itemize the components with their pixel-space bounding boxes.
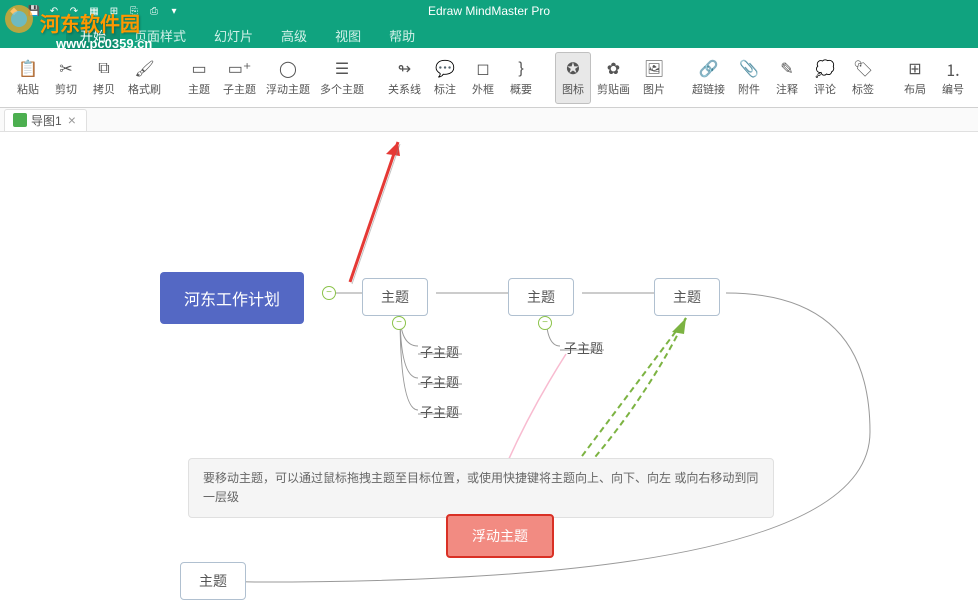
clipart-button[interactable]: ✿剪贴画 — [593, 52, 634, 104]
relation-button[interactable]: ↬关系线 — [384, 52, 425, 104]
collapse-toggle[interactable]: − — [322, 286, 336, 300]
topic-node[interactable]: 主题 — [180, 562, 246, 600]
picture-button[interactable]: 🖼图片 — [636, 52, 672, 104]
number-button[interactable]: ⒈编号 — [935, 52, 971, 104]
layout-icon: ⊞ — [905, 59, 925, 79]
document-tab[interactable]: 导图1 × — [4, 109, 87, 131]
menu-slideshow[interactable]: 幻灯片 — [200, 22, 267, 49]
qat-more-icon[interactable]: ▾ — [166, 3, 182, 19]
ribbon-group-topic: ▭主题 ▭⁺子主题 ◯浮动主题 ☰多个主题 — [179, 52, 370, 104]
app-logo-icon — [2, 2, 36, 41]
note-icon: ✎ — [777, 59, 797, 79]
summary-button[interactable]: }概要 — [503, 52, 539, 104]
layout-button[interactable]: ⊞布局 — [897, 52, 933, 104]
document-tab-bar: 导图1 × — [0, 108, 978, 132]
qat-export-icon[interactable]: ⎘ — [126, 3, 142, 19]
menu-view[interactable]: 视图 — [321, 22, 375, 49]
cut-icon: ✂ — [56, 59, 76, 79]
menu-help[interactable]: 帮助 — [375, 22, 429, 49]
topic-node[interactable]: 主题 — [362, 278, 428, 316]
tip-box: 要移动主题，可以通过鼠标拖拽主题至目标位置，或使用快捷键将主题向上、向下、向左 … — [188, 458, 774, 518]
ribbon-group-clipboard: 📋粘贴 ✂剪切 ⧉拷贝 🖌格式刷 — [8, 52, 167, 104]
subtopic-button[interactable]: ▭⁺子主题 — [219, 52, 260, 104]
multi-topic-icon: ☰ — [332, 59, 352, 79]
boundary-icon: ◻ — [473, 59, 493, 79]
collapse-toggle[interactable]: − — [538, 316, 552, 330]
format-brush-button[interactable]: 🖌格式刷 — [124, 52, 165, 104]
qat-print-icon[interactable]: ⎙ — [146, 3, 162, 19]
topic-node[interactable]: 主题 — [654, 278, 720, 316]
subtopic-node[interactable]: 子主题 — [564, 338, 603, 357]
picture-icon: 🖼 — [644, 59, 664, 79]
callout-icon: 💬 — [435, 59, 455, 79]
summary-icon: } — [511, 59, 531, 79]
ribbon-group-layout: ⊞布局 ⒈编号 — [895, 52, 973, 104]
titlebar: ◆ 💾 ↶ ↷ ▦ ⊞ ⎘ ⎙ ▾ Edraw MindMaster Pro — [0, 0, 978, 22]
qat-undo-icon[interactable]: ↶ — [46, 3, 62, 19]
comment-button[interactable]: 💭评论 — [807, 52, 843, 104]
menu-advanced[interactable]: 高级 — [267, 22, 321, 49]
hyperlink-button[interactable]: 🔗超链接 — [688, 52, 729, 104]
relation-icon: ↬ — [395, 59, 415, 79]
tag-button[interactable]: 🏷标签 — [845, 52, 881, 104]
format-brush-icon: 🖌 — [135, 59, 155, 79]
ribbon-group-marks: ✪图标 ✿剪贴画 🖼图片 — [553, 52, 674, 104]
ribbon: 📋粘贴 ✂剪切 ⧉拷贝 🖌格式刷 ▭主题 ▭⁺子主题 ◯浮动主题 ☰多个主题 ↬… — [0, 48, 978, 108]
copy-button[interactable]: ⧉拷贝 — [86, 52, 122, 104]
number-icon: ⒈ — [943, 59, 963, 79]
tab-close-icon[interactable]: × — [66, 112, 78, 128]
qat-open-icon[interactable]: ⊞ — [106, 3, 122, 19]
clipart-icon: ✿ — [604, 59, 624, 79]
note-button[interactable]: ✎注释 — [769, 52, 805, 104]
paste-icon: 📋 — [18, 59, 38, 79]
qat-new-icon[interactable]: ▦ — [86, 3, 102, 19]
topic-button[interactable]: ▭主题 — [181, 52, 217, 104]
floating-topic[interactable]: 浮动主题 — [446, 514, 554, 558]
qat-redo-icon[interactable]: ↷ — [66, 3, 82, 19]
subtopic-node[interactable]: 子主题 — [420, 372, 459, 391]
star-icon: ✪ — [563, 59, 583, 79]
attachment-icon: 📎 — [739, 59, 759, 79]
float-topic-button[interactable]: ◯浮动主题 — [262, 52, 314, 104]
doc-tab-label: 导图1 — [31, 112, 62, 129]
tag-icon: 🏷 — [853, 59, 873, 79]
canvas[interactable]: 河东工作计划 − 主题 主题 主题 − − 子主题 子主题 子主题 子主题 要移… — [0, 132, 978, 601]
comment-icon: 💭 — [815, 59, 835, 79]
collapse-toggle[interactable]: − — [392, 316, 406, 330]
menubar: 开始 页面样式 幻灯片 高级 视图 帮助 — [0, 22, 978, 48]
paste-button[interactable]: 📋粘贴 — [10, 52, 46, 104]
callout-button[interactable]: 💬标注 — [427, 52, 463, 104]
instruction-arrow-icon — [340, 132, 420, 292]
copy-icon: ⧉ — [94, 59, 114, 79]
menu-page-style[interactable]: 页面样式 — [120, 22, 200, 49]
icon-mark-button[interactable]: ✪图标 — [555, 52, 591, 104]
attachment-button[interactable]: 📎附件 — [731, 52, 767, 104]
subtopic-icon: ▭⁺ — [230, 59, 250, 79]
multi-topic-button[interactable]: ☰多个主题 — [316, 52, 368, 104]
menu-start[interactable]: 开始 — [66, 22, 120, 49]
central-topic[interactable]: 河东工作计划 — [160, 272, 304, 324]
ribbon-group-link: 🔗超链接 📎附件 ✎注释 💭评论 🏷标签 — [686, 52, 883, 104]
subtopic-node[interactable]: 子主题 — [420, 342, 459, 361]
boundary-button[interactable]: ◻外框 — [465, 52, 501, 104]
cut-button[interactable]: ✂剪切 — [48, 52, 84, 104]
float-topic-icon: ◯ — [278, 59, 298, 79]
subtopic-node[interactable]: 子主题 — [420, 402, 459, 421]
topic-node[interactable]: 主题 — [508, 278, 574, 316]
hyperlink-icon: 🔗 — [699, 59, 719, 79]
doc-tab-icon — [13, 113, 27, 127]
app-title: Edraw MindMaster Pro — [428, 4, 550, 18]
ribbon-group-insert: ↬关系线 💬标注 ◻外框 }概要 — [382, 52, 541, 104]
topic-icon: ▭ — [189, 59, 209, 79]
